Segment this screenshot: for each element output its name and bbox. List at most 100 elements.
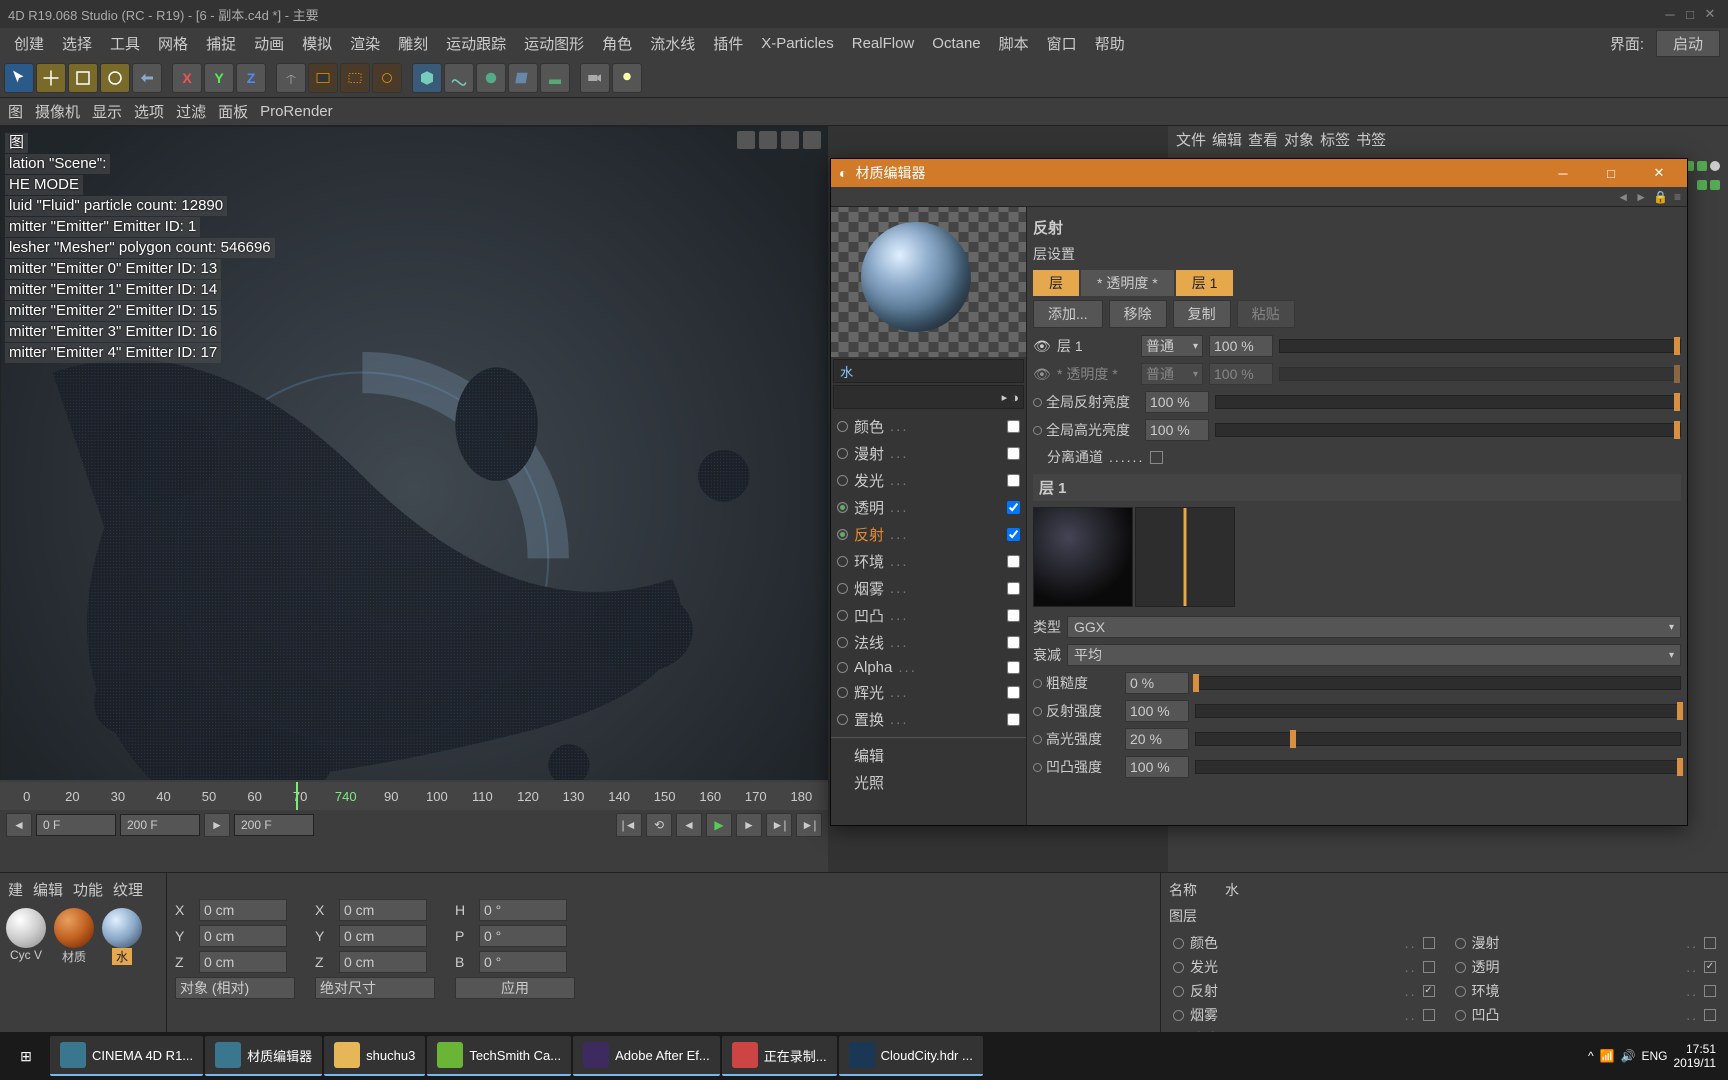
menu-item[interactable]: 渲染 [344, 31, 386, 56]
range-end-icon[interactable]: ► [204, 813, 230, 837]
layer-action-button[interactable]: 粘贴 [1237, 300, 1295, 328]
layout-icon[interactable] [803, 131, 821, 149]
render-view-icon[interactable] [308, 63, 338, 93]
view-menu-item[interactable]: 图 [8, 101, 23, 122]
channel-法线[interactable]: 法线... [835, 629, 1022, 656]
prev-key-icon[interactable]: ⟲ [646, 813, 672, 837]
eye-icon[interactable]: 👁 [1033, 338, 1051, 355]
param-value-input[interactable]: 20 % [1125, 728, 1189, 750]
channel-radio[interactable] [837, 529, 848, 540]
menu-item[interactable]: 模拟 [296, 31, 338, 56]
material-preview[interactable] [831, 207, 1026, 357]
bp-tab[interactable]: 纹理 [113, 879, 143, 900]
h-rot-input[interactable]: 0 ° [479, 899, 567, 921]
channel-radio[interactable] [837, 502, 848, 513]
attr-checkbox[interactable] [1704, 985, 1716, 997]
attr-checkbox[interactable] [1704, 961, 1716, 973]
param-slider[interactable] [1195, 732, 1681, 746]
type-dropdown[interactable]: GGX [1067, 616, 1681, 638]
reflection-tab[interactable]: 层 [1033, 270, 1079, 296]
channel-radio[interactable] [837, 637, 848, 648]
layout-dropdown[interactable]: 启动 [1656, 30, 1720, 57]
layer-action-button[interactable]: 添加... [1033, 300, 1103, 328]
attr-check-item[interactable]: 漫射.. [1455, 933, 1717, 953]
channel-checkbox[interactable] [1007, 528, 1020, 541]
close-button[interactable]: ✕ [1639, 165, 1679, 181]
view-menu-item[interactable]: 选项 [134, 101, 164, 122]
channel-radio[interactable] [837, 583, 848, 594]
menu-item[interactable]: 窗口 [1041, 31, 1083, 56]
next-frame-icon[interactable]: ► [736, 813, 762, 837]
visibility-dot[interactable] [1697, 180, 1707, 190]
layer-opacity-slider[interactable] [1279, 367, 1681, 381]
taskbar-app[interactable]: shuchu3 [324, 1036, 425, 1076]
global-value-input[interactable]: 100 % [1145, 391, 1209, 413]
taskbar-app[interactable]: CloudCity.hdr ... [839, 1036, 983, 1076]
circle-icon[interactable]: ◑ [1011, 390, 1019, 405]
next-key-icon[interactable]: ►| [766, 813, 792, 837]
layer-action-button[interactable]: 复制 [1173, 300, 1231, 328]
select-tool[interactable] [4, 63, 34, 93]
attr-check-item[interactable]: 凹凸.. [1455, 1005, 1717, 1025]
bp-tab[interactable]: 功能 [73, 879, 103, 900]
channel-footer[interactable]: 光照 [835, 769, 1022, 796]
material-thumbnail[interactable]: 材质 [52, 908, 96, 965]
z-pos-input[interactable]: 0 cm [199, 951, 287, 973]
attr-check-item[interactable]: 发光.. [1173, 957, 1435, 977]
attr-radio[interactable] [1455, 938, 1466, 949]
channel-置换[interactable]: 置换... [835, 706, 1022, 733]
obj-tab[interactable]: 编辑 [1212, 129, 1242, 150]
layer-opacity-slider[interactable] [1279, 339, 1681, 353]
view-menu-item[interactable]: 摄像机 [35, 101, 80, 122]
menu-item[interactable]: 流水线 [644, 31, 701, 56]
tray-up-icon[interactable]: ^ [1588, 1049, 1594, 1063]
channel-漫射[interactable]: 漫射... [835, 440, 1022, 467]
layer-opacity-input[interactable]: 100 % [1209, 335, 1273, 357]
menu-item[interactable]: 动画 [248, 31, 290, 56]
layer-action-button[interactable]: 移除 [1109, 300, 1167, 328]
channel-checkbox[interactable] [1007, 636, 1020, 649]
channel-颜色[interactable]: 颜色... [835, 413, 1022, 440]
param-value-input[interactable]: 100 % [1125, 700, 1189, 722]
param-slider[interactable] [1195, 676, 1681, 690]
end-frame-input2[interactable] [234, 814, 314, 836]
goto-start-icon[interactable]: |◄ [616, 813, 642, 837]
view-menu-item[interactable]: 过滤 [176, 101, 206, 122]
global-value-input[interactable]: 100 % [1145, 419, 1209, 441]
menu-item[interactable]: 运动图形 [518, 31, 590, 56]
last-tool[interactable] [132, 63, 162, 93]
channel-checkbox[interactable] [1007, 582, 1020, 595]
attr-check-item[interactable]: 烟雾.. [1173, 1005, 1435, 1025]
channel-checkbox[interactable] [1007, 420, 1020, 433]
attr-radio[interactable] [1173, 986, 1184, 997]
obj-tab[interactable]: 书签 [1356, 129, 1386, 150]
attr-radio[interactable] [1173, 1010, 1184, 1021]
channel-checkbox[interactable] [1007, 686, 1020, 699]
attr-checkbox[interactable] [1704, 937, 1716, 949]
attr-radio[interactable] [1455, 1010, 1466, 1021]
maximize-button[interactable]: □ [1591, 166, 1631, 181]
play-icon[interactable]: ▶ [706, 813, 732, 837]
menu-item[interactable]: 雕刻 [392, 31, 434, 56]
range-start-icon[interactable]: ◄ [6, 813, 32, 837]
menu-item[interactable]: 选择 [56, 31, 98, 56]
attr-checkbox[interactable] [1423, 985, 1435, 997]
view-menu-item[interactable]: 面板 [218, 101, 248, 122]
param-slider[interactable] [1195, 760, 1681, 774]
spline-icon[interactable] [444, 63, 474, 93]
taskbar-app[interactable]: TechSmith Ca... [427, 1036, 571, 1076]
channel-radio[interactable] [837, 475, 848, 486]
y-size-input[interactable]: 0 cm [339, 925, 427, 947]
attr-check-item[interactable]: 颜色.. [1173, 933, 1435, 953]
clock[interactable]: 17:51 2019/11 [1674, 1042, 1717, 1070]
channel-checkbox[interactable] [1007, 555, 1020, 568]
b-rot-input[interactable]: 0 ° [479, 951, 567, 973]
lock-icon[interactable]: 🔒 [1653, 190, 1668, 204]
render-region-icon[interactable] [340, 63, 370, 93]
deformer-icon[interactable] [508, 63, 538, 93]
camera-icon[interactable] [580, 63, 610, 93]
light-icon[interactable] [612, 63, 642, 93]
maximize-button[interactable]: □ [1680, 7, 1700, 22]
channel-radio[interactable] [837, 662, 848, 673]
prev-frame-icon[interactable]: ◄ [676, 813, 702, 837]
